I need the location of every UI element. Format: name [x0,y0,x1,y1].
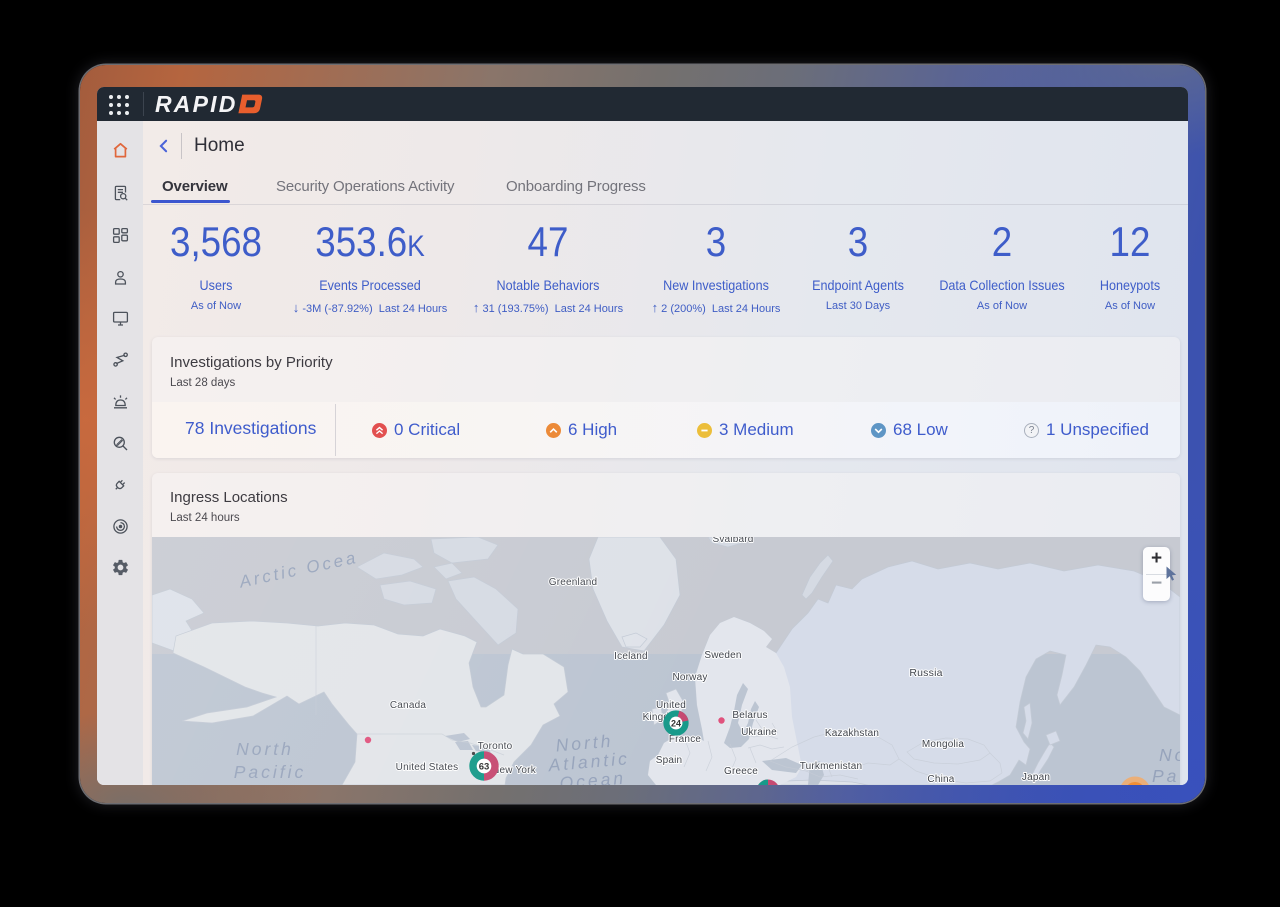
svg-text:Svalbard: Svalbard [712,537,753,545]
svg-text:Toronto: Toronto [478,741,513,752]
svg-text:Mongolia: Mongolia [922,739,964,750]
svg-text:United States: United States [396,762,459,773]
svg-text:Spain: Spain [656,755,683,766]
svg-text:Belarus: Belarus [732,710,767,721]
svg-text:Japan: Japan [1022,772,1050,783]
svg-text:Canada: Canada [390,700,426,711]
svg-text:Pac: Pac [1152,766,1180,785]
svg-text:China: China [927,774,954,785]
svg-text:Pacific: Pacific [234,762,307,782]
svg-text:Greece: Greece [724,766,758,777]
svg-text:24: 24 [671,718,681,728]
svg-text:Turkmenistan: Turkmenistan [800,761,863,772]
svg-text:North: North [236,739,294,759]
svg-text:Sweden: Sweden [704,650,741,661]
svg-text:Norway: Norway [672,672,707,683]
svg-text:Ukraine: Ukraine [741,727,777,738]
svg-text:No: No [1159,745,1180,765]
svg-text:New York: New York [492,765,537,776]
svg-text:Kazakhstan: Kazakhstan [825,728,879,739]
svg-text:Russia: Russia [909,667,942,679]
svg-text:Iceland: Iceland [614,651,648,662]
svg-text:France: France [669,734,702,745]
svg-text:United: United [656,700,686,711]
svg-text:63: 63 [479,761,490,772]
svg-text:Greenland: Greenland [549,577,598,588]
